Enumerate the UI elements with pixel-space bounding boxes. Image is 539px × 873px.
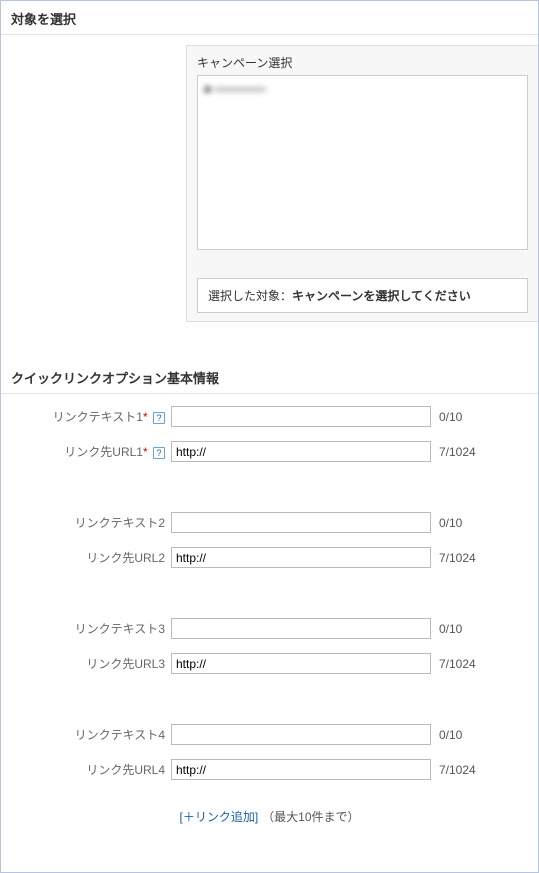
link-url-input[interactable]: [171, 653, 431, 674]
campaign-item[interactable]: ■ ══════: [204, 82, 266, 96]
input-wrap: 0/10: [171, 512, 518, 533]
input-wrap: 0/10: [171, 618, 518, 639]
link-url-row: リンク先URL2 7/1024: [21, 547, 518, 568]
help-icon[interactable]: ?: [153, 412, 165, 424]
link-text-input[interactable]: [171, 512, 431, 533]
char-counter: 7/1024: [439, 551, 476, 565]
char-counter: 0/10: [439, 622, 462, 636]
input-wrap: 7/1024: [171, 759, 518, 780]
link-text-input[interactable]: [171, 406, 431, 427]
char-counter: 0/10: [439, 728, 462, 742]
link-url-input[interactable]: [171, 441, 431, 462]
campaign-select-label: キャンペーン選択: [197, 54, 528, 71]
selected-target-label: 選択した対象：: [208, 289, 292, 303]
group-gap: [21, 476, 518, 512]
link-text-label: リンクテキスト2: [21, 514, 171, 531]
link-url-row: リンク先URL4 7/1024: [21, 759, 518, 780]
selected-target-value: キャンペーンを選択してください: [292, 289, 471, 303]
input-wrap: 7/1024: [171, 653, 518, 674]
char-counter: 0/10: [439, 410, 462, 424]
link-url-input[interactable]: [171, 547, 431, 568]
link-text-input[interactable]: [171, 618, 431, 639]
input-wrap: 7/1024: [171, 547, 518, 568]
target-area: キャンペーン選択 ■ ══════ 選択した対象：キャンペーンを選択してください: [1, 35, 538, 342]
link-text-label: リンクテキスト4: [21, 726, 171, 743]
group-gap: [21, 688, 518, 724]
required-mark: *: [143, 410, 148, 424]
campaign-panel: キャンペーン選択 ■ ══════ 選択した対象：キャンペーンを選択してください: [186, 45, 538, 322]
required-mark: *: [143, 445, 148, 459]
link-url-label: リンク先URL1* ?: [21, 443, 171, 460]
char-counter: 7/1024: [439, 763, 476, 777]
section-target-title: 対象を選択: [1, 1, 538, 35]
input-wrap: 7/1024: [171, 441, 518, 462]
selected-target-box: 選択した対象：キャンペーンを選択してください: [197, 278, 528, 313]
link-text-row: リンクテキスト2 0/10: [21, 512, 518, 533]
add-link-note: （最大10件まで）: [262, 810, 359, 824]
link-url-label: リンク先URL4: [21, 761, 171, 778]
form-area: リンクテキスト1* ? 0/10 リンク先URL1* ? 7/1024 リンクテキスト2…: [1, 394, 538, 780]
char-counter: 0/10: [439, 516, 462, 530]
char-counter: 7/1024: [439, 445, 476, 459]
link-text-row: リンクテキスト1* ? 0/10: [21, 406, 518, 427]
group-gap: [21, 582, 518, 618]
add-link-row: [＋リンク追加] （最大10件まで）: [1, 794, 538, 855]
campaign-list[interactable]: ■ ══════: [197, 75, 528, 250]
input-wrap: 0/10: [171, 724, 518, 745]
main-panel: 対象を選択 キャンペーン選択 ■ ══════ 選択した対象：キャンペーンを選択…: [0, 0, 539, 873]
add-link-button[interactable]: [＋リンク追加]: [179, 810, 258, 824]
link-url-input[interactable]: [171, 759, 431, 780]
link-text-label: リンクテキスト3: [21, 620, 171, 637]
char-counter: 7/1024: [439, 657, 476, 671]
link-text-row: リンクテキスト4 0/10: [21, 724, 518, 745]
link-url-label: リンク先URL3: [21, 655, 171, 672]
help-icon[interactable]: ?: [153, 447, 165, 459]
section-basic-title: クイックリンクオプション基本情報: [1, 362, 538, 394]
link-text-row: リンクテキスト3 0/10: [21, 618, 518, 639]
link-url-row: リンク先URL1* ? 7/1024: [21, 441, 518, 462]
link-url-row: リンク先URL3 7/1024: [21, 653, 518, 674]
link-text-label: リンクテキスト1* ?: [21, 408, 171, 425]
input-wrap: 0/10: [171, 406, 518, 427]
link-text-input[interactable]: [171, 724, 431, 745]
link-url-label: リンク先URL2: [21, 549, 171, 566]
